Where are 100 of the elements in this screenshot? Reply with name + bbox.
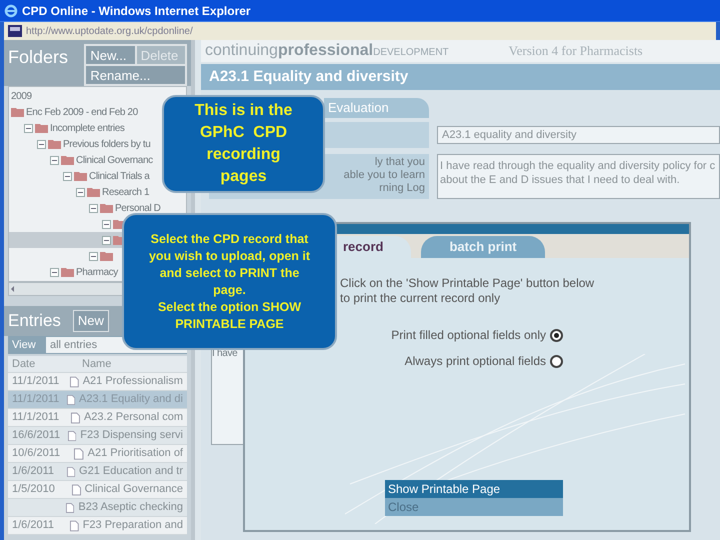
entry-row[interactable]: 10/6/2011 A21 Prioritisation of bbox=[8, 445, 187, 463]
option-label[interactable]: Print filled optional fields only bbox=[391, 326, 546, 344]
callout-text: Select the option SHOW bbox=[158, 298, 302, 316]
panel-title: Entries bbox=[8, 310, 61, 332]
folder-icon bbox=[100, 203, 113, 213]
tree-item[interactable]: Previous folders by tu bbox=[63, 136, 150, 152]
folder-icon bbox=[87, 187, 100, 197]
column-header[interactable]: Date bbox=[8, 356, 78, 372]
entry-row[interactable]: 1/6/2011 G21 Education and tr bbox=[8, 463, 187, 481]
folder-icon bbox=[61, 155, 74, 165]
entry-name: Clinical Governance bbox=[84, 482, 184, 498]
entry-row[interactable]: 11/1/2011 A23.2 Personal com bbox=[8, 409, 187, 427]
collapse-icon[interactable] bbox=[63, 172, 72, 180]
entry-date: 1/5/2010 bbox=[11, 482, 56, 498]
collapse-icon[interactable] bbox=[37, 140, 46, 148]
folder-icon bbox=[61, 267, 74, 277]
entry-row[interactable]: 1/6/2011 F23 Preparation and bbox=[8, 517, 187, 535]
scroll-left-icon[interactable] bbox=[9, 285, 17, 293]
tree-item[interactable]: Incomplete entries bbox=[50, 120, 125, 136]
view-label: View bbox=[11, 338, 37, 353]
folder-icon bbox=[35, 123, 48, 133]
tree-item[interactable]: Clinical Governanc bbox=[76, 152, 153, 168]
document-icon bbox=[68, 430, 76, 442]
dialog-button[interactable]: Show Printable Page bbox=[385, 480, 563, 498]
collapse-icon[interactable] bbox=[102, 236, 111, 244]
document-icon bbox=[71, 412, 80, 424]
collapse-icon[interactable] bbox=[89, 252, 98, 260]
document-icon bbox=[72, 484, 81, 496]
window-title: CPD Online - Windows Internet Explorer bbox=[22, 2, 251, 20]
document-icon bbox=[74, 448, 84, 460]
tree-item[interactable]: Research 1 bbox=[102, 184, 150, 200]
field-label: ly that you bbox=[374, 156, 425, 169]
entry-row[interactable]: 1/5/2010 Clinical Governance bbox=[8, 481, 187, 499]
callout-text: Select the CPD record that bbox=[150, 230, 308, 248]
entry-row[interactable]: 11/1/2011 A21 Professionalism bbox=[8, 373, 187, 391]
tree-item[interactable]: Clinical Trials a bbox=[89, 168, 150, 184]
entry-date: 1/6/2011 bbox=[11, 518, 56, 534]
tree-item[interactable]: Enc Feb 2009 - end Feb 20 bbox=[26, 104, 138, 120]
entry-name: A21 Professionalism bbox=[82, 374, 184, 390]
entry-row[interactable]: B23 Aseptic checking bbox=[8, 499, 187, 517]
version-label: Version 4 for Pharmacists bbox=[508, 42, 643, 60]
callout-text: GPhC CPD bbox=[200, 123, 288, 143]
title-field[interactable]: A23.1 equality and diversity bbox=[437, 126, 720, 144]
folder-button[interactable]: New... bbox=[85, 45, 136, 65]
tree-item[interactable]: 2009 bbox=[11, 88, 32, 104]
site-logo: continuingprofessionalDEVELOPMENT bbox=[205, 41, 449, 61]
text-area[interactable]: I have read through the equality and diversity policy for c about the E and D issues that I need to deal with. bbox=[437, 154, 720, 199]
document-icon bbox=[66, 502, 74, 514]
new-entry-button[interactable]: New bbox=[72, 310, 109, 332]
folder-icon bbox=[48, 139, 61, 149]
callout-text: PRINTABLE PAGE bbox=[175, 316, 284, 332]
collapse-icon[interactable] bbox=[76, 188, 85, 196]
page-icon bbox=[8, 25, 22, 37]
folder-button[interactable]: Rename... bbox=[85, 65, 186, 85]
document-icon bbox=[70, 520, 79, 532]
entry-date: 1/6/2011 bbox=[11, 464, 56, 480]
collapse-icon[interactable] bbox=[24, 124, 33, 132]
column-header[interactable]: Name bbox=[78, 356, 116, 372]
dialog-button[interactable]: Close bbox=[385, 498, 563, 516]
callout-text: recording bbox=[206, 145, 280, 165]
entry-name: G21 Education and tr bbox=[78, 464, 184, 480]
text-line: I have read through the equality and diversity policy for c bbox=[440, 159, 716, 173]
entry-row[interactable]: 16/6/2011 F23 Dispensing servi bbox=[8, 427, 187, 445]
folder-icon bbox=[11, 107, 24, 117]
entry-date: 11/1/2011 bbox=[11, 374, 60, 390]
dialog-tab[interactable]: batch print bbox=[421, 236, 545, 258]
field-label: rning Log bbox=[379, 182, 425, 195]
radio-button[interactable] bbox=[550, 354, 563, 368]
option-label[interactable]: Always print optional fields bbox=[404, 352, 546, 370]
address-url[interactable]: http://www.uptodate.org.uk/cpdonline/ bbox=[26, 24, 193, 38]
entry-name: A23.2 Personal com bbox=[82, 410, 184, 426]
browser-logo-icon bbox=[4, 4, 18, 18]
instruction-line: to print the current record only bbox=[340, 291, 502, 306]
callout-text: you wish to upload, open it bbox=[148, 248, 310, 264]
text-line: about the E and D issues that I need to deal with. bbox=[440, 173, 681, 187]
collapse-icon[interactable] bbox=[50, 156, 59, 164]
entry-date: 16/6/2011 bbox=[11, 428, 62, 444]
folder-icon bbox=[74, 171, 87, 181]
entry-date: 11/1/2011 bbox=[11, 410, 60, 426]
tree-item[interactable]: Personal D bbox=[115, 200, 160, 216]
callout-text: page. bbox=[213, 282, 246, 298]
entry-date: 10/6/2011 bbox=[11, 446, 62, 462]
entry-name: F23 Preparation and bbox=[82, 518, 184, 534]
collapse-icon[interactable] bbox=[50, 268, 59, 276]
collapse-icon[interactable] bbox=[102, 220, 111, 228]
panel-title: Folders bbox=[8, 46, 70, 69]
callout-text: pages bbox=[220, 167, 267, 187]
document-icon bbox=[66, 394, 76, 406]
entry-name: B23 Aseptic checking bbox=[77, 500, 184, 516]
entry-name: F23 Dispensing servi bbox=[79, 428, 184, 444]
callout-text: and select to PRINT the bbox=[160, 264, 300, 282]
instruction-line: Click on the 'Show Printable Page' button below bbox=[340, 276, 596, 291]
folder-icon bbox=[100, 251, 113, 261]
radio-button[interactable] bbox=[550, 328, 563, 342]
tree-item[interactable]: Pharmacy bbox=[76, 264, 118, 280]
collapse-icon[interactable] bbox=[89, 204, 98, 212]
record-title: A23.1 Equality and diversity bbox=[201, 64, 720, 90]
field-label: able you to learn bbox=[344, 169, 425, 182]
callout-text: This is in the bbox=[194, 101, 292, 121]
section-tab[interactable]: Evaluation bbox=[324, 98, 429, 118]
